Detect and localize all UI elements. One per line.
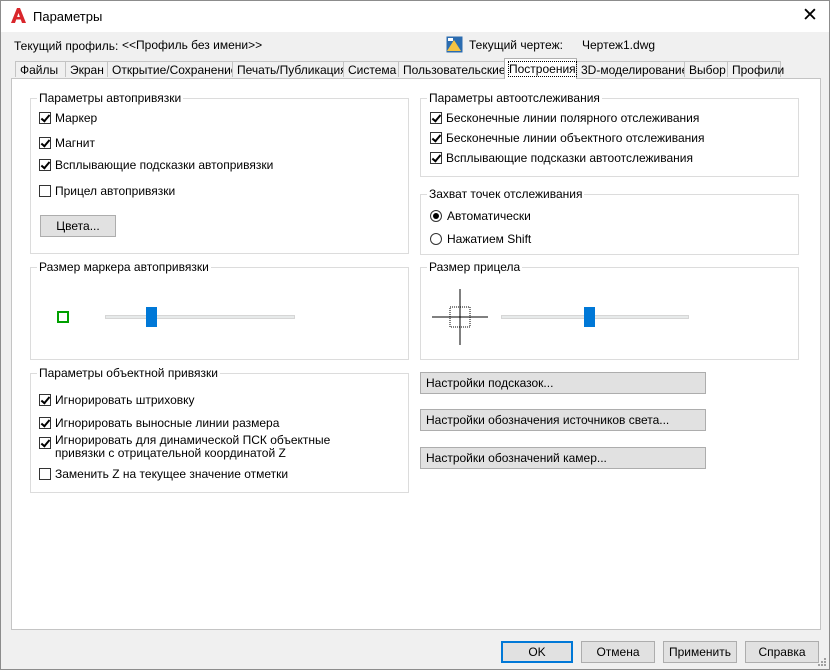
current-profile-value: <<Профиль без имени>> (122, 38, 263, 52)
checkbox-label: Магнит (55, 136, 96, 150)
tab-label: Профили (732, 63, 785, 77)
apply-button[interactable]: Применить (663, 641, 737, 663)
tab-label: Файлы (20, 63, 59, 77)
resize-grip-icon[interactable] (816, 656, 827, 667)
checkbox-label: Заменить Z на текущее значение отметки (55, 467, 289, 481)
marker-size-slider-track[interactable] (105, 315, 295, 319)
autosnap-aperture-checkbox[interactable]: Прицел автопривязки (39, 184, 175, 198)
drawing-file-icon (446, 36, 463, 53)
current-drawing-label: Текущий чертеж: (469, 38, 563, 52)
replace-z-checkbox[interactable]: Заменить Z на текущее значение отметки (39, 467, 288, 481)
checkbox-label: Всплывающие подсказки автопривязки (55, 158, 274, 172)
autocad-app-icon (11, 8, 26, 23)
checkbox-box (430, 132, 442, 144)
tab-label: Экран (70, 63, 104, 77)
radio-label: Нажатием Shift (447, 232, 532, 246)
tab-label: Пользовательские (403, 63, 506, 77)
checkbox-label: Бесконечные линии объектного отслеживани… (446, 131, 705, 145)
point-acquisition-group: Захват точек отслеживания Автоматически … (420, 187, 799, 255)
help-button[interactable]: Справка (745, 641, 819, 663)
colors-button[interactable]: Цвета... (40, 215, 116, 237)
checkbox-box (39, 468, 51, 480)
polar-tracking-checkbox[interactable]: Бесконечные линии полярного отслеживания (430, 111, 699, 125)
current-drawing-value: Чертеж1.dwg (582, 38, 656, 52)
autotrack-settings-title: Параметры автоотслеживания (427, 91, 602, 105)
tab-display[interactable]: Экран (65, 61, 108, 77)
tab-plot-publish[interactable]: Печать/Публикация (232, 61, 347, 77)
tab-label: Открытие/Сохранение (112, 63, 238, 77)
tab-label: Печать/Публикация (237, 63, 347, 77)
point-acquisition-title: Захват точек отслеживания (427, 187, 585, 201)
tab-label: Выбор (689, 63, 726, 77)
marker-checkbox[interactable]: Маркер (39, 111, 97, 125)
marker-size-group: Размер маркера автопривязки (30, 260, 409, 360)
checkbox-box (39, 394, 51, 406)
tab-label: 3D-моделирование (581, 63, 689, 77)
close-icon[interactable]: ✕ (793, 5, 827, 29)
tab-selection[interactable]: Выбор (684, 61, 728, 77)
radio-button (430, 210, 442, 222)
marker-size-slider-thumb[interactable] (145, 307, 157, 327)
checkbox-label-line2: привязки с отрицательной координатой Z (55, 446, 286, 460)
aperture-preview-icon (432, 289, 488, 345)
tab-drafting[interactable]: Построения (504, 58, 577, 79)
autosnap-settings-group: Параметры автопривязки Маркер Магнит Всп… (30, 91, 409, 254)
aperture-size-title: Размер прицела (427, 260, 523, 274)
title-bar: Параметры ✕ (1, 1, 829, 32)
checkbox-box (39, 112, 51, 124)
checkbox-box (39, 185, 51, 197)
tab-3d-modeling[interactable]: 3D-моделирование (576, 61, 689, 77)
checkbox-box (39, 437, 51, 449)
options-dialog: Параметры ✕ Текущий профиль: <<Профиль б… (0, 0, 830, 670)
checkbox-label: Маркер (55, 111, 98, 125)
automatic-radio[interactable]: Автоматически (430, 209, 531, 223)
tab-files[interactable]: Файлы (15, 61, 66, 77)
checkbox-box (39, 159, 51, 171)
ok-button[interactable]: OK (501, 641, 573, 663)
checkbox-label: Прицел автопривязки (55, 184, 176, 198)
tooltip-settings-button[interactable]: Настройки подсказок... (420, 372, 706, 394)
checkbox-box (39, 417, 51, 429)
drafting-tab-panel: Параметры автопривязки Маркер Магнит Всп… (11, 78, 821, 630)
marker-size-title: Размер маркера автопривязки (37, 260, 211, 274)
checkbox-box (430, 152, 442, 164)
object-tracking-checkbox[interactable]: Бесконечные линии объектного отслеживани… (430, 131, 705, 145)
ignore-negative-z-checkbox[interactable]: Игнорировать для динамической ПСК объект… (39, 434, 330, 460)
tab-label: Система (348, 63, 397, 77)
checkbox-label: Бесконечные линии полярного отслеживания (446, 111, 700, 125)
aperture-size-slider-thumb[interactable] (584, 307, 596, 327)
aperture-size-group: Размер прицела (420, 260, 799, 360)
autosnap-tooltip-checkbox[interactable]: Всплывающие подсказки автопривязки (39, 158, 273, 172)
marker-preview-icon (57, 311, 69, 323)
object-snap-options-group: Параметры объектной привязки Игнорироват… (30, 366, 409, 493)
tab-system[interactable]: Система (343, 61, 399, 77)
current-profile-label: Текущий профиль: (14, 39, 119, 53)
checkbox-label: Игнорировать штриховку (55, 393, 195, 407)
tab-label: Построения (508, 61, 577, 77)
cameras-glyph-settings-button[interactable]: Настройки обозначений камер... (420, 447, 706, 469)
autotrack-settings-group: Параметры автоотслеживания Бесконечные л… (420, 91, 799, 177)
autosnap-settings-title: Параметры автопривязки (37, 91, 184, 105)
ignore-hatch-checkbox[interactable]: Игнорировать штриховку (39, 393, 195, 407)
radio-button (430, 233, 442, 245)
lights-glyph-settings-button[interactable]: Настройки обозначения источников света..… (420, 409, 706, 431)
tab-open-save[interactable]: Открытие/Сохранение (107, 61, 237, 77)
checkbox-label: Всплывающие подсказки автоотслеживания (446, 151, 693, 165)
checkbox-box (39, 137, 51, 149)
autotrack-tooltip-checkbox[interactable]: Всплывающие подсказки автоотслеживания (430, 151, 693, 165)
tab-user-preferences[interactable]: Пользовательские (398, 61, 506, 77)
magnet-checkbox[interactable]: Магнит (39, 136, 95, 150)
checkbox-box (430, 112, 442, 124)
tab-profiles[interactable]: Профили (727, 61, 785, 77)
radio-label: Автоматически (447, 209, 531, 223)
cancel-button[interactable]: Отмена (581, 641, 655, 663)
checkbox-label: Игнорировать выносные линии размера (55, 416, 280, 430)
object-snap-options-title: Параметры объектной привязки (37, 366, 220, 380)
window-title: Параметры (33, 9, 103, 24)
checkbox-label-line1: Игнорировать для динамической ПСК объект… (55, 433, 331, 447)
shift-to-acquire-radio[interactable]: Нажатием Shift (430, 232, 531, 246)
checkbox-label: Игнорировать для динамической ПСК объект… (55, 434, 330, 460)
ignore-dimension-extension-checkbox[interactable]: Игнорировать выносные линии размера (39, 416, 279, 430)
